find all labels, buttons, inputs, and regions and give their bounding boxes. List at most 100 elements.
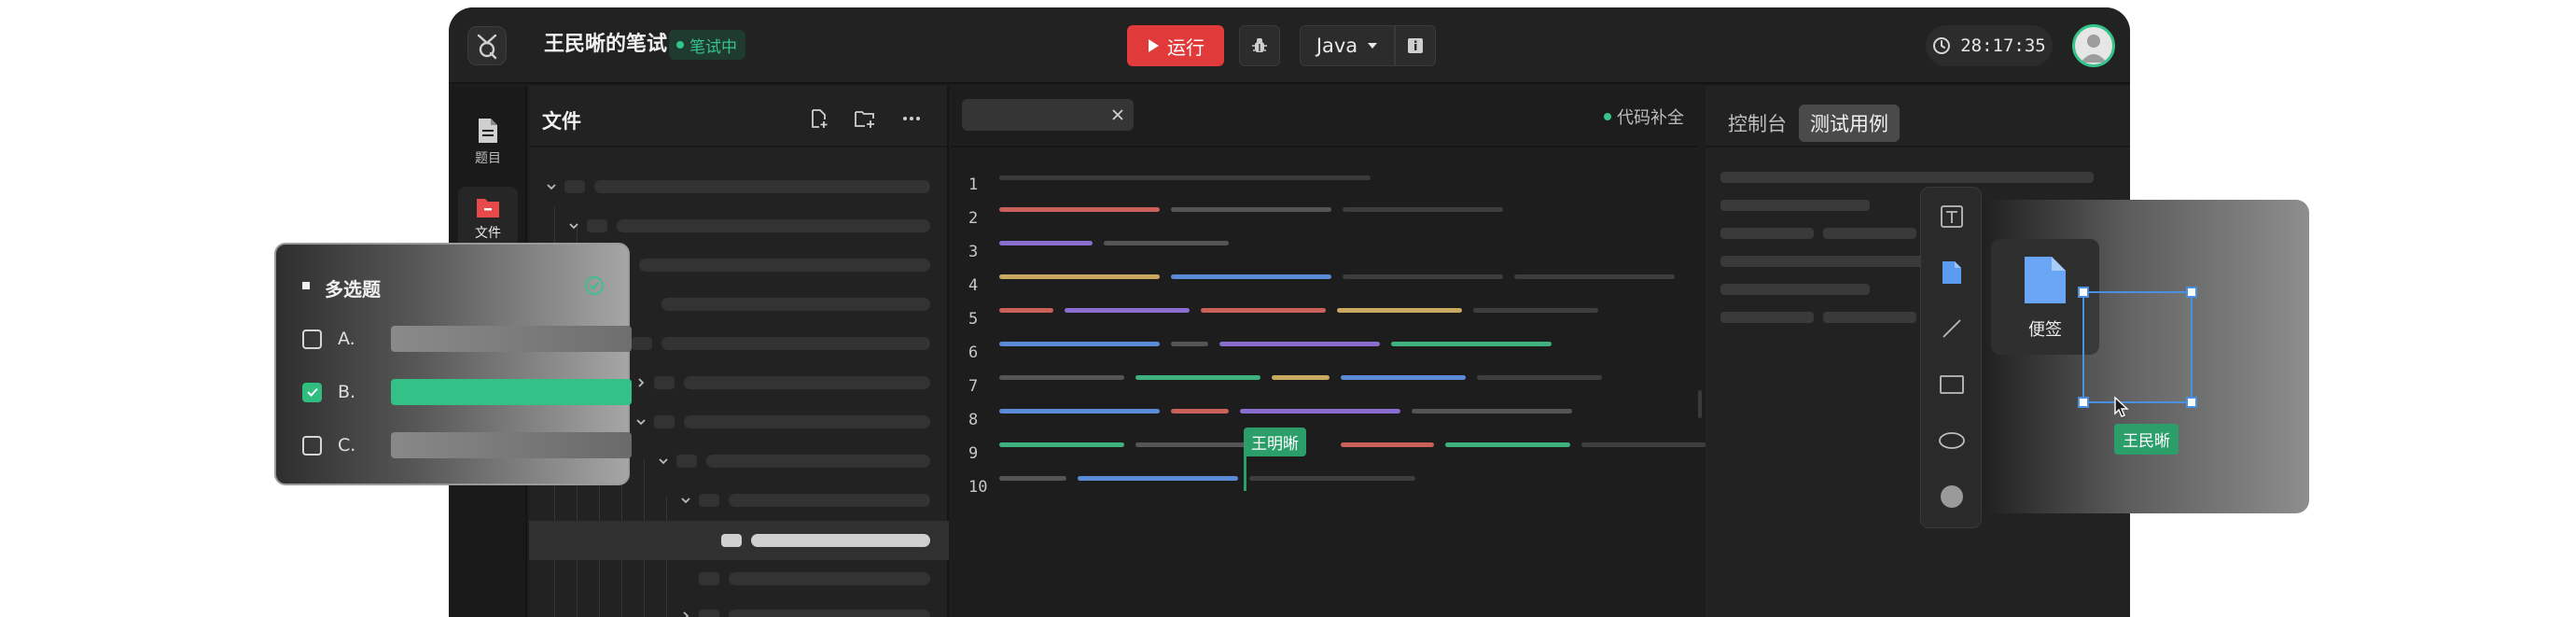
line-number: 7 bbox=[968, 377, 979, 396]
sticky-note-tool-button[interactable] bbox=[1936, 257, 1968, 288]
ellipse-tool-button[interactable] bbox=[1936, 425, 1968, 456]
editor-tab[interactable] bbox=[962, 99, 1134, 131]
tree-icon-placeholder bbox=[654, 376, 675, 389]
tree-row[interactable] bbox=[529, 217, 949, 235]
code-segment bbox=[1104, 241, 1229, 245]
info-button[interactable] bbox=[1395, 25, 1436, 66]
code-segment bbox=[1337, 308, 1462, 313]
tree-label-placeholder bbox=[661, 337, 930, 350]
run-button-label: 运行 bbox=[1167, 35, 1204, 59]
play-icon bbox=[1149, 39, 1159, 52]
tab-console[interactable]: 控制台 bbox=[1717, 105, 1798, 142]
close-icon[interactable] bbox=[1111, 108, 1124, 121]
file-explorer-title: 文件 bbox=[542, 110, 581, 133]
tree-label-placeholder bbox=[594, 180, 930, 193]
tree-icon-placeholder bbox=[699, 494, 719, 507]
code-segment bbox=[1477, 375, 1602, 380]
bug-icon bbox=[1252, 38, 1267, 52]
quiz-option-b[interactable]: B. bbox=[302, 378, 632, 406]
fill-circle-icon bbox=[1941, 485, 1963, 508]
more-options-button[interactable] bbox=[899, 106, 924, 131]
quiz-title: 多选题 bbox=[325, 278, 381, 301]
option-checkbox[interactable] bbox=[302, 435, 322, 456]
code-segment bbox=[1581, 442, 1706, 447]
app-logo[interactable] bbox=[467, 26, 507, 65]
tree-row[interactable] bbox=[529, 569, 949, 588]
rectangle-tool-button[interactable] bbox=[1936, 369, 1968, 400]
timer-value: 28:17:35 bbox=[1960, 35, 2046, 56]
tree-icon-placeholder bbox=[721, 534, 742, 547]
quiz-card: 多选题 A. B. C. bbox=[274, 243, 632, 485]
code-segment bbox=[1272, 375, 1330, 380]
code-segment bbox=[999, 476, 1066, 481]
debug-button[interactable] bbox=[1239, 25, 1280, 66]
selected-shape[interactable] bbox=[2078, 287, 2197, 408]
run-button[interactable]: 运行 bbox=[1127, 25, 1224, 66]
code-segment bbox=[1445, 442, 1570, 447]
tree-icon-placeholder bbox=[676, 455, 697, 468]
tree-label-placeholder bbox=[729, 494, 930, 507]
test-case-placeholder bbox=[1823, 312, 1916, 323]
tree-row[interactable] bbox=[529, 177, 949, 196]
code-segment bbox=[1135, 375, 1260, 380]
resize-handle[interactable] bbox=[2186, 397, 2197, 408]
tree-label-placeholder bbox=[684, 376, 930, 389]
sidebar-item-questions[interactable]: 题目 bbox=[458, 110, 518, 174]
tree-icon-placeholder bbox=[699, 572, 719, 585]
code-segment bbox=[1171, 207, 1331, 212]
code-segment bbox=[1065, 308, 1190, 313]
option-text-placeholder bbox=[391, 326, 632, 352]
code-completion-label: 代码补全 bbox=[1617, 108, 1684, 128]
resize-handle[interactable] bbox=[2078, 287, 2089, 298]
code-segment bbox=[999, 342, 1160, 346]
code-segment bbox=[999, 442, 1124, 447]
code-editor: 代码补全 1 2 3 4 5 6 7 8 9 10 王明晰 bbox=[951, 86, 1706, 617]
new-file-button[interactable] bbox=[807, 106, 831, 131]
tree-icon-placeholder bbox=[587, 219, 607, 232]
code-segment bbox=[1343, 274, 1503, 279]
line-tool-button[interactable] bbox=[1936, 313, 1968, 344]
code-segment bbox=[999, 241, 1093, 245]
option-checkbox[interactable] bbox=[302, 329, 322, 349]
sidebar-item-files[interactable]: 文件 bbox=[458, 187, 518, 250]
code-segment bbox=[1341, 442, 1434, 447]
option-label: C. bbox=[338, 435, 356, 456]
folder-icon bbox=[477, 199, 499, 217]
tree-row[interactable] bbox=[529, 607, 949, 617]
more-icon bbox=[903, 117, 920, 120]
chevron-down-icon bbox=[636, 419, 646, 426]
text-tool-button[interactable] bbox=[1936, 201, 1968, 232]
code-completion-toggle[interactable]: 代码补全 bbox=[1604, 105, 1684, 129]
panel-splitter[interactable] bbox=[1698, 390, 1702, 418]
tree-row[interactable] bbox=[529, 491, 949, 510]
line-number: 4 bbox=[968, 276, 979, 295]
tree-icon-placeholder bbox=[654, 415, 675, 428]
stage: 王民晰的笔试 笔试中 运行 Java 28:17:35 题目 文件 文件 代码补… bbox=[0, 0, 2576, 617]
chevron-right-icon bbox=[683, 611, 689, 617]
line-number: 3 bbox=[968, 243, 979, 261]
tree-row-selected[interactable] bbox=[529, 521, 949, 560]
tree-label-placeholder bbox=[617, 219, 930, 232]
resize-handle[interactable] bbox=[2186, 287, 2197, 298]
status-dot bbox=[676, 41, 684, 49]
test-case-placeholder bbox=[1720, 312, 1814, 323]
code-segment bbox=[1171, 409, 1229, 414]
user-avatar[interactable] bbox=[2072, 24, 2115, 67]
tab-test-cases[interactable]: 测试用例 bbox=[1799, 105, 1900, 142]
code-segment bbox=[1171, 342, 1208, 346]
resize-handle[interactable] bbox=[2078, 397, 2089, 408]
new-folder-button[interactable] bbox=[853, 106, 877, 131]
code-segment bbox=[1343, 207, 1503, 212]
whiteboard-toolbar bbox=[1920, 187, 1982, 528]
mouse-pointer-icon bbox=[2114, 396, 2129, 417]
info-icon bbox=[1408, 38, 1423, 53]
top-bar: 王民晰的笔试 笔试中 运行 Java 28:17:35 bbox=[449, 7, 2130, 84]
language-select[interactable]: Java bbox=[1300, 25, 1395, 66]
fill-tool-button[interactable] bbox=[1936, 481, 1968, 512]
quiz-option-a[interactable]: A. bbox=[302, 325, 632, 353]
code-segment bbox=[1341, 375, 1466, 380]
quiz-option-c[interactable]: C. bbox=[302, 431, 632, 459]
sticky-note-icon bbox=[1942, 261, 1961, 284]
option-checkbox-checked[interactable] bbox=[302, 382, 322, 402]
tree-label-placeholder bbox=[729, 610, 930, 617]
